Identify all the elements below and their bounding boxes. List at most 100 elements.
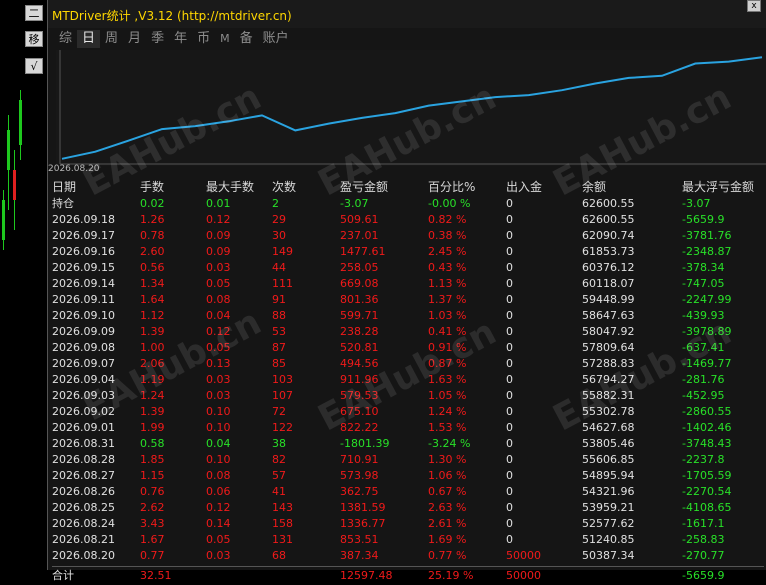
cell-dd: -747.05 (682, 277, 725, 290)
cell-max: 0.09 (206, 245, 231, 258)
cell-cnt: 85 (272, 357, 286, 370)
cell-io: 0 (506, 389, 513, 402)
cell-lots: 1.99 (140, 421, 165, 434)
column-header[interactable]: 余额 (582, 178, 606, 196)
cell-cnt: 82 (272, 453, 286, 466)
cell-bal: 57288.83 (582, 357, 635, 370)
tab-5[interactable]: 年 (169, 30, 192, 48)
cell-lots: 0.58 (140, 437, 165, 450)
cell-dd: -637.41 (682, 341, 725, 354)
toolbar-button-check[interactable]: √ (25, 58, 43, 74)
background-price-chart (0, 0, 48, 579)
cell-pct: 0.91 % (428, 341, 467, 354)
cell-bal: 50387.34 (582, 549, 635, 562)
cell-bal: 58047.92 (582, 325, 635, 338)
table-row: 2026.09.08 1.00 0.05 87 520.81 0.91 % 0 57809.6… (52, 340, 764, 356)
tab-3[interactable]: 月 (123, 30, 146, 48)
toolbar-button-move[interactable]: 移 (25, 31, 43, 47)
cell-max: 0.05 (206, 341, 231, 354)
cell-dd: -2247.99 (682, 293, 732, 306)
cell-dd: -1705.59 (682, 469, 732, 482)
cell-max: 0.14 (206, 517, 231, 530)
cell-lots: 32.51 (140, 569, 172, 582)
cell-dd: -3978.89 (682, 325, 732, 338)
cell-pct: 1.03 % (428, 309, 467, 322)
tab-0[interactable]: 综 (54, 30, 77, 48)
column-header[interactable]: 最大手数 (206, 178, 254, 196)
cell-pct: 1.53 % (428, 421, 467, 434)
cell-dd: -3781.76 (682, 229, 732, 242)
cell-bal: 53959.21 (582, 501, 635, 514)
cell-pl: 853.51 (340, 533, 379, 546)
column-header[interactable]: 手数 (140, 178, 164, 196)
cell-bal: 55606.85 (582, 453, 635, 466)
cell-max: 0.13 (206, 357, 231, 370)
cell-d: 2026.08.26 (52, 485, 115, 498)
cell-pl: 1336.77 (340, 517, 386, 530)
cell-cnt: 2 (272, 197, 279, 210)
table-row: 2026.09.01 1.99 0.10 122 822.22 1.53 % 0 54627.… (52, 420, 764, 436)
column-header[interactable]: 盈亏金额 (340, 178, 388, 196)
cell-lots: 1.12 (140, 309, 165, 322)
cell-max: 0.06 (206, 485, 231, 498)
cell-io: 0 (506, 341, 513, 354)
cell-dd: -378.34 (682, 261, 725, 274)
cell-io: 0 (506, 309, 513, 322)
cell-io: 0 (506, 277, 513, 290)
cell-max: 0.09 (206, 229, 231, 242)
cell-pct: 0.67 % (428, 485, 467, 498)
cell-cnt: 91 (272, 293, 286, 306)
tab-2[interactable]: 周 (100, 30, 123, 48)
tab-8[interactable]: 备 (235, 30, 258, 48)
cell-d: 合计 (52, 569, 74, 582)
cell-io: 0 (506, 373, 513, 386)
table-row: 2026.09.02 1.39 0.10 72 675.10 1.24 % 0 55302.7… (52, 404, 764, 420)
cell-bal: 57809.64 (582, 341, 635, 354)
cell-bal: 54895.94 (582, 469, 635, 482)
close-button[interactable]: x (747, 0, 761, 12)
cell-cnt: 111 (272, 277, 293, 290)
cell-bal: 62090.74 (582, 229, 635, 242)
toolbar-button-minimize[interactable]: 二 (25, 5, 43, 21)
tab-7[interactable]: M (215, 30, 235, 48)
cell-cnt: 72 (272, 405, 286, 418)
cell-cnt: 143 (272, 501, 293, 514)
cell-pl: 520.81 (340, 341, 379, 354)
cell-lots: 2.62 (140, 501, 165, 514)
cell-max: 0.12 (206, 213, 231, 226)
tab-1[interactable]: 日 (77, 30, 101, 48)
cell-io: 0 (506, 261, 513, 274)
column-header[interactable]: 次数 (272, 178, 296, 196)
cell-lots: 1.15 (140, 469, 165, 482)
cell-lots: 0.02 (140, 197, 165, 210)
tab-9[interactable]: 账户 (258, 30, 294, 48)
cell-max: 0.05 (206, 533, 231, 546)
cell-pl: 387.34 (340, 549, 379, 562)
equity-curve (59, 50, 766, 165)
cell-pl: 362.75 (340, 485, 379, 498)
cell-pl: 911.96 (340, 373, 379, 386)
cell-pl: 669.08 (340, 277, 379, 290)
cell-io: 0 (506, 437, 513, 450)
column-header[interactable]: 最大浮亏金额 (682, 178, 754, 196)
column-header[interactable]: 百分比% (428, 178, 475, 196)
cell-lots: 2.60 (140, 245, 165, 258)
cell-bal: 56794.27 (582, 373, 635, 386)
cell-lots: 2.06 (140, 357, 165, 370)
cell-cnt: 57 (272, 469, 286, 482)
tab-6[interactable]: 币 (192, 30, 215, 48)
tab-4[interactable]: 季 (146, 30, 169, 48)
cell-cnt: 68 (272, 549, 286, 562)
cell-pl: -1801.39 (340, 437, 390, 450)
table-row: 2026.08.28 1.85 0.10 82 710.91 1.30 % 0 55606.8… (52, 452, 764, 468)
cell-lots: 1.64 (140, 293, 165, 306)
cell-pl: 237.01 (340, 229, 379, 242)
cell-cnt: 107 (272, 389, 293, 402)
table-row: 2026.09.16 2.60 0.09 149 1477.61 2.45 % 0 61853… (52, 244, 764, 260)
column-header[interactable]: 出入金 (506, 178, 542, 196)
title-bar: MTDriver统计 ,V3.12 (http://mtdriver.cn) x (48, 0, 766, 28)
cell-dd: -2348.87 (682, 245, 732, 258)
column-header[interactable]: 日期 (52, 178, 76, 196)
cell-bal: 62600.55 (582, 213, 635, 226)
cell-lots: 0.77 (140, 549, 165, 562)
